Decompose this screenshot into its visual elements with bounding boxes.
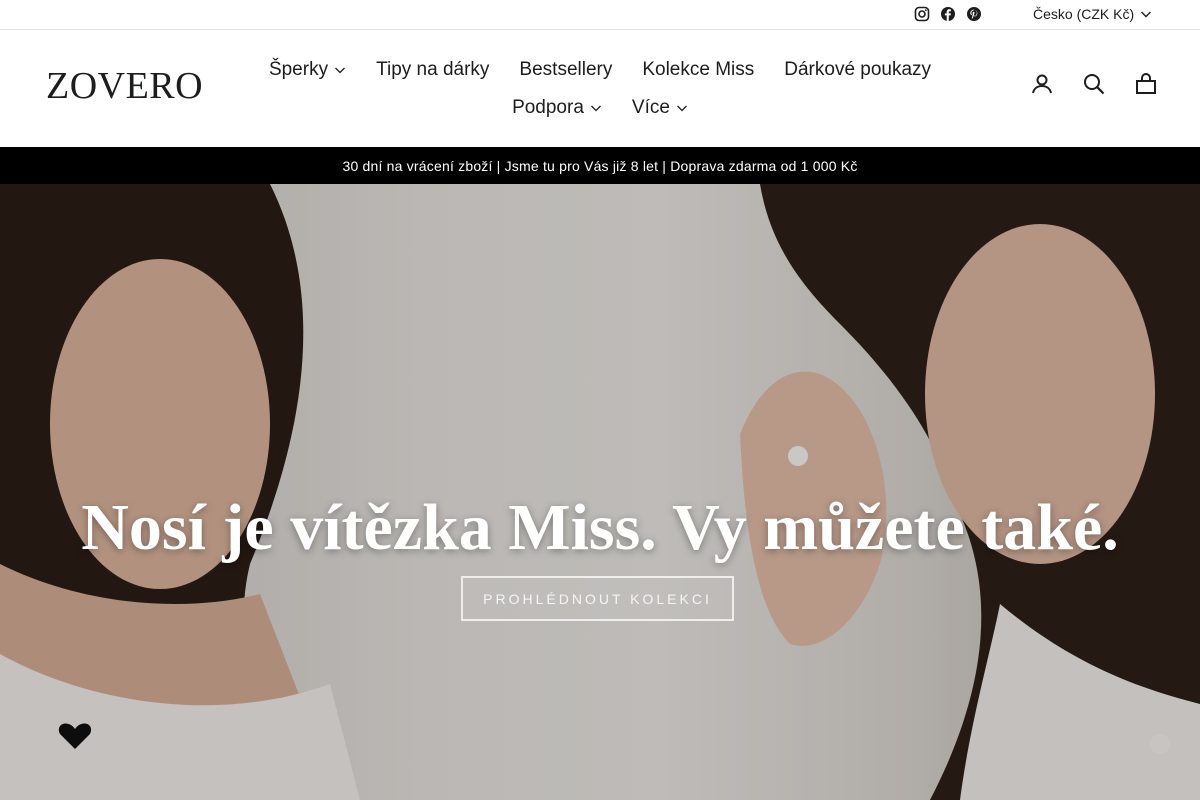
- logo[interactable]: ZOVERO: [46, 67, 203, 105]
- nav-item-vice[interactable]: Více: [632, 97, 688, 119]
- nav-item-darkove-poukazy[interactable]: Dárkové poukazy: [784, 59, 931, 81]
- currency-selector[interactable]: Česko (CZK Kč): [1033, 6, 1152, 22]
- chevron-down-icon: [335, 67, 346, 74]
- nav-item-label: Kolekce Miss: [642, 59, 755, 80]
- nav-item-label: Podpora: [512, 97, 584, 118]
- nav-row-2: Podpora Více: [260, 89, 940, 127]
- announcement-bar: 30 dní na vrácení zboží | Jsme tu pro Vá…: [0, 147, 1200, 184]
- chevron-down-icon: [1141, 11, 1152, 18]
- currency-label: Česko (CZK Kč): [1033, 6, 1135, 22]
- nav-item-label: Šperky: [268, 59, 329, 80]
- header-icons: [1030, 72, 1158, 96]
- nav-item-label: Dárkové poukazy: [784, 59, 932, 80]
- nav-item-label: Tipy na dárky: [376, 59, 490, 80]
- nav-item-sperky[interactable]: Šperky: [269, 59, 346, 81]
- nav-item-label: Více: [631, 97, 670, 118]
- nav-row-1: Šperky Tipy na dárky Bestsellery Kolekce…: [260, 51, 940, 89]
- instagram-icon[interactable]: [914, 6, 930, 22]
- nav-item-bestsellery[interactable]: Bestsellery: [519, 59, 612, 81]
- search-icon[interactable]: [1082, 72, 1106, 96]
- user-icon[interactable]: [1030, 72, 1054, 96]
- main-nav: Šperky Tipy na dárky Bestsellery Kolekce…: [260, 51, 940, 127]
- announcement-text: 30 dní na vrácení zboží | Jsme tu pro Vá…: [342, 157, 858, 174]
- chevron-down-icon: [676, 105, 687, 112]
- facebook-icon[interactable]: [940, 6, 956, 22]
- chevron-down-icon: [590, 105, 601, 112]
- nav-item-kolekce-miss[interactable]: Kolekce Miss: [642, 59, 754, 81]
- site-header: ZOVERO Šperky Tipy na dárky Bestsellery …: [0, 31, 1200, 147]
- social-links: [914, 6, 982, 22]
- pinterest-icon[interactable]: [966, 6, 982, 22]
- view-collection-button[interactable]: PROHLÉDNOUT KOLEKCI: [461, 576, 734, 621]
- nav-item-tipy-na-darky[interactable]: Tipy na dárky: [376, 59, 489, 81]
- hero-banner[interactable]: Nosí je vítězka Miss. Vy můžete také. PR…: [0, 184, 1200, 800]
- utility-bar: Česko (CZK Kč): [0, 0, 1200, 30]
- nav-item-podpora[interactable]: Podpora: [512, 97, 602, 119]
- cart-icon[interactable]: [1134, 72, 1158, 96]
- hero-title: Nosí je vítězka Miss. Vy můžete také.: [81, 491, 1119, 564]
- nav-item-label: Bestsellery: [519, 59, 613, 80]
